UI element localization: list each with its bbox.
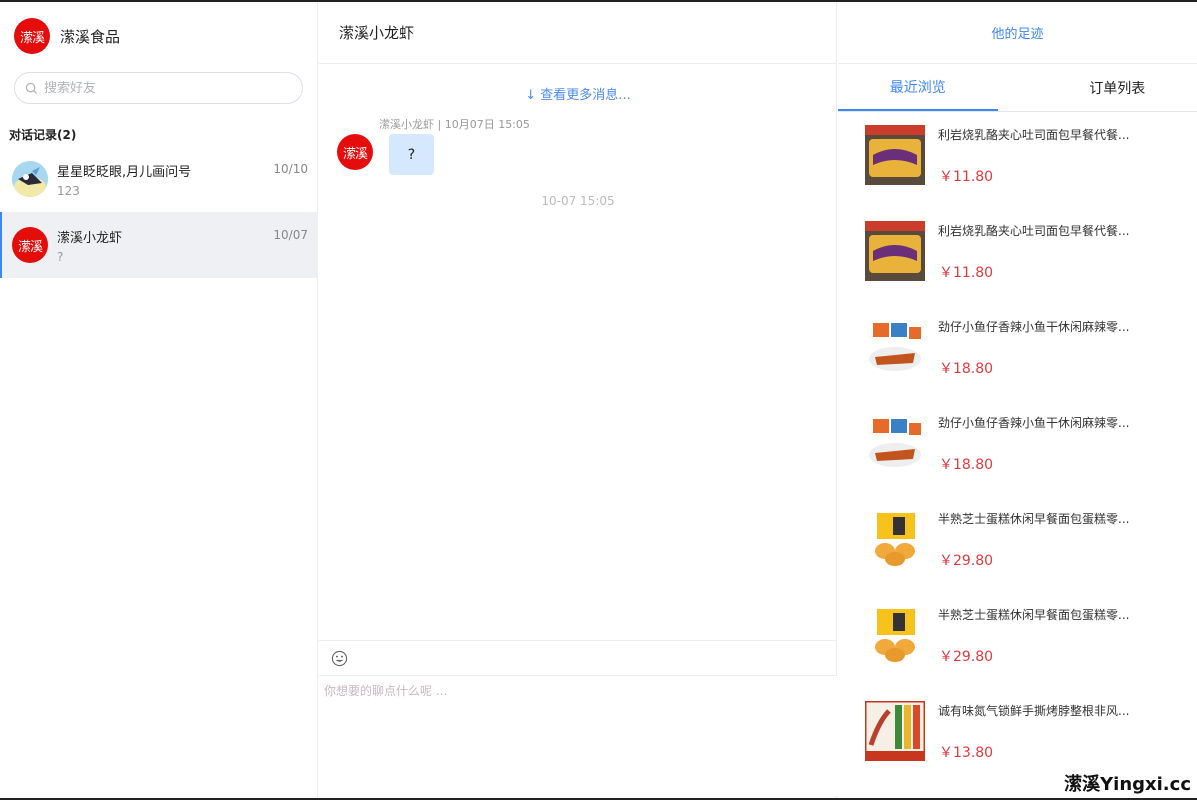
tab-order-list[interactable]: 订单列表 — [1038, 64, 1197, 111]
conversation-name: 星星眨眨眼,月儿画问号 — [57, 164, 192, 180]
product-item[interactable]: 劲仔小鱼仔香辣小鱼干休闲麻辣零... ￥18.80 — [838, 402, 1197, 498]
product-price: ￥18.80 — [939, 457, 994, 473]
conversation-last-message: 123 — [57, 183, 80, 198]
chat-panel: 潆溪小龙虾 ↓ 查看更多消息... 潆溪小龙虾 | 10月07日 15:05 潆… — [319, 2, 837, 798]
product-title: 利岩烧乳酪夹心吐司面包早餐代餐... — [938, 128, 1130, 142]
product-title: 劲仔小鱼仔香辣小鱼干休闲麻辣零... — [938, 416, 1130, 430]
chat-title: 潆溪小龙虾 — [319, 2, 836, 64]
brand: 潆溪 潆溪食品 — [14, 18, 120, 54]
message-bubble: ? — [389, 134, 434, 175]
avatar: 潆溪 — [12, 227, 48, 263]
product-price: ￥18.80 — [939, 361, 994, 377]
product-image — [865, 317, 925, 377]
conversation-list-title: 对话记录(2) — [9, 128, 77, 142]
product-price: ￥29.80 — [939, 649, 994, 665]
load-more-messages-link[interactable]: ↓ 查看更多消息... — [319, 84, 837, 103]
conversation-item[interactable]: 潆溪 潆溪小龙虾 ? 10/07 — [0, 212, 318, 278]
conversation-last-message: ? — [57, 249, 64, 264]
product-title: 半熟芝士蛋糕休闲早餐面包蛋糕零... — [938, 608, 1130, 622]
product-image — [865, 413, 925, 473]
product-image — [865, 221, 925, 281]
smile-icon[interactable] — [331, 650, 348, 667]
search-icon — [25, 82, 38, 94]
product-price: ￥11.80 — [939, 169, 994, 185]
message-meta: 潆溪小龙虾 | 10月07日 15:05 — [379, 118, 530, 131]
product-title: 劲仔小鱼仔香辣小鱼干休闲麻辣零... — [938, 320, 1130, 334]
conversation-item[interactable]: 星星眨眨眼,月儿画问号 123 10/10 — [0, 146, 318, 212]
product-image — [865, 125, 925, 185]
footprint-tabs: 最近浏览 订单列表 — [838, 64, 1197, 112]
conversation-date: 10/10 — [273, 162, 308, 176]
search-box[interactable] — [14, 72, 303, 104]
product-price: ￥13.80 — [939, 745, 994, 761]
product-item[interactable]: 半熟芝士蛋糕休闲早餐面包蛋糕零... ￥29.80 — [838, 594, 1197, 690]
product-item[interactable]: 利岩烧乳酪夹心吐司面包早餐代餐... ￥11.80 — [838, 210, 1197, 306]
product-item[interactable]: 半熟芝士蛋糕休闲早餐面包蛋糕零... ￥29.80 — [838, 498, 1197, 594]
product-price: ￥11.80 — [939, 265, 994, 281]
conversation-date: 10/07 — [273, 228, 308, 242]
composer-toolbar — [319, 641, 837, 676]
brand-name: 潆溪食品 — [60, 27, 121, 46]
conversation-panel: 潆溪 潆溪食品 对话记录(2) 星星眨眨眼,月儿画问号 123 10/10 — [0, 2, 318, 798]
watermark: 潆溪Yingxi.cc — [1062, 770, 1193, 796]
message-avatar: 潆溪 — [337, 134, 373, 170]
product-title: 利岩烧乳酪夹心吐司面包早餐代餐... — [938, 224, 1130, 238]
conversation-name: 潆溪小龙虾 — [57, 230, 123, 246]
tab-recent-browse[interactable]: 最近浏览 — [838, 64, 998, 111]
product-image — [865, 605, 925, 665]
search-input[interactable] — [44, 80, 284, 96]
product-image — [865, 509, 925, 569]
conversation-list: 星星眨眨眼,月儿画问号 123 10/10 潆溪 潆溪小龙虾 ? 10/07 — [0, 146, 318, 278]
product-item[interactable]: 劲仔小鱼仔香辣小鱼干休闲麻辣零... ￥18.80 — [838, 306, 1197, 402]
footprint-title: 他的足迹 — [838, 2, 1197, 64]
message-input[interactable] — [319, 676, 837, 796]
message-composer — [319, 640, 837, 798]
brand-logo: 潆溪 — [14, 18, 50, 54]
product-list: 利岩烧乳酪夹心吐司面包早餐代餐... ￥11.80 利岩烧乳酪夹心吐司面包早餐代… — [838, 114, 1197, 786]
product-title: 诚有味氮气锁鲜手撕烤脖整根非风... — [938, 704, 1130, 718]
product-image — [865, 701, 925, 761]
avatar — [12, 161, 48, 197]
product-price: ￥29.80 — [939, 553, 994, 569]
footprint-panel: 他的足迹 最近浏览 订单列表 利岩烧乳酪夹心吐司面包早餐代餐... ￥11.80… — [838, 2, 1197, 798]
time-separator: 10-07 15:05 — [541, 194, 615, 208]
product-title: 半熟芝士蛋糕休闲早餐面包蛋糕零... — [938, 512, 1130, 526]
product-item[interactable]: 利岩烧乳酪夹心吐司面包早餐代餐... ￥11.80 — [838, 114, 1197, 210]
